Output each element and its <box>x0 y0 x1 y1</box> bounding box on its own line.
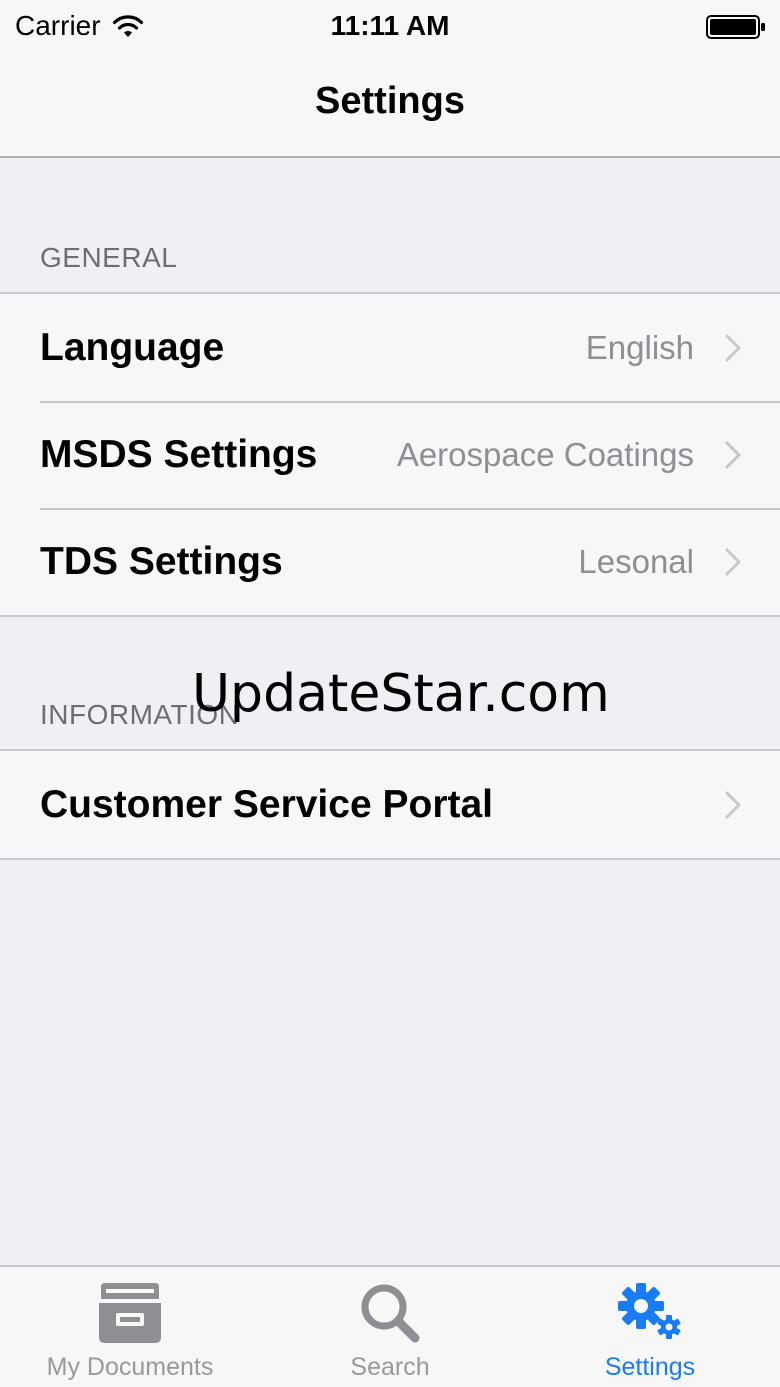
section-header-general: GENERAL <box>40 242 178 273</box>
status-time: 11:11 AM <box>330 10 450 41</box>
chevron-right-icon <box>725 548 741 575</box>
row-value: Lesonal <box>578 542 694 580</box>
chevron-right-icon <box>725 334 741 361</box>
tab-my-documents[interactable]: My Documents <box>0 1267 260 1387</box>
row-language[interactable]: Language English <box>0 294 780 401</box>
status-bar: Carrier 11:11 AM <box>0 0 780 54</box>
tab-settings[interactable]: Settings <box>520 1267 780 1387</box>
tab-search[interactable]: Search <box>260 1267 520 1387</box>
archive-box-icon <box>99 1283 161 1343</box>
gears-icon <box>618 1283 681 1339</box>
section-header-information: INFORMATION <box>40 699 240 730</box>
settings-group-information: Customer Service Portal <box>0 749 780 860</box>
page-title: Settings <box>315 80 465 122</box>
row-customer-service-portal[interactable]: Customer Service Portal <box>0 751 780 858</box>
row-label: Language <box>40 325 225 369</box>
row-value: Aerospace Coatings <box>396 435 694 473</box>
search-icon <box>361 1284 420 1343</box>
row-label: TDS Settings <box>40 539 283 583</box>
battery-icon <box>706 15 765 39</box>
row-msds-settings[interactable]: MSDS Settings Aerospace Coatings <box>0 401 780 508</box>
row-label: Customer Service Portal <box>40 782 494 826</box>
tab-label: My Documents <box>46 1353 214 1381</box>
tab-label: Settings <box>604 1353 696 1381</box>
row-label: MSDS Settings <box>40 432 318 476</box>
tab-bar: My Documents Search Settings <box>0 1265 780 1387</box>
watermark: UpdateStar.com <box>192 664 610 724</box>
chevron-right-icon <box>725 441 741 468</box>
row-tds-settings[interactable]: TDS Settings Lesonal <box>0 508 780 615</box>
row-value: English <box>585 328 694 366</box>
settings-group-general: Language English MSDS Settings Aerospace… <box>0 292 780 617</box>
chevron-right-icon <box>725 791 741 818</box>
tab-label: Search <box>350 1353 430 1381</box>
navigation-bar: Settings <box>0 54 780 158</box>
